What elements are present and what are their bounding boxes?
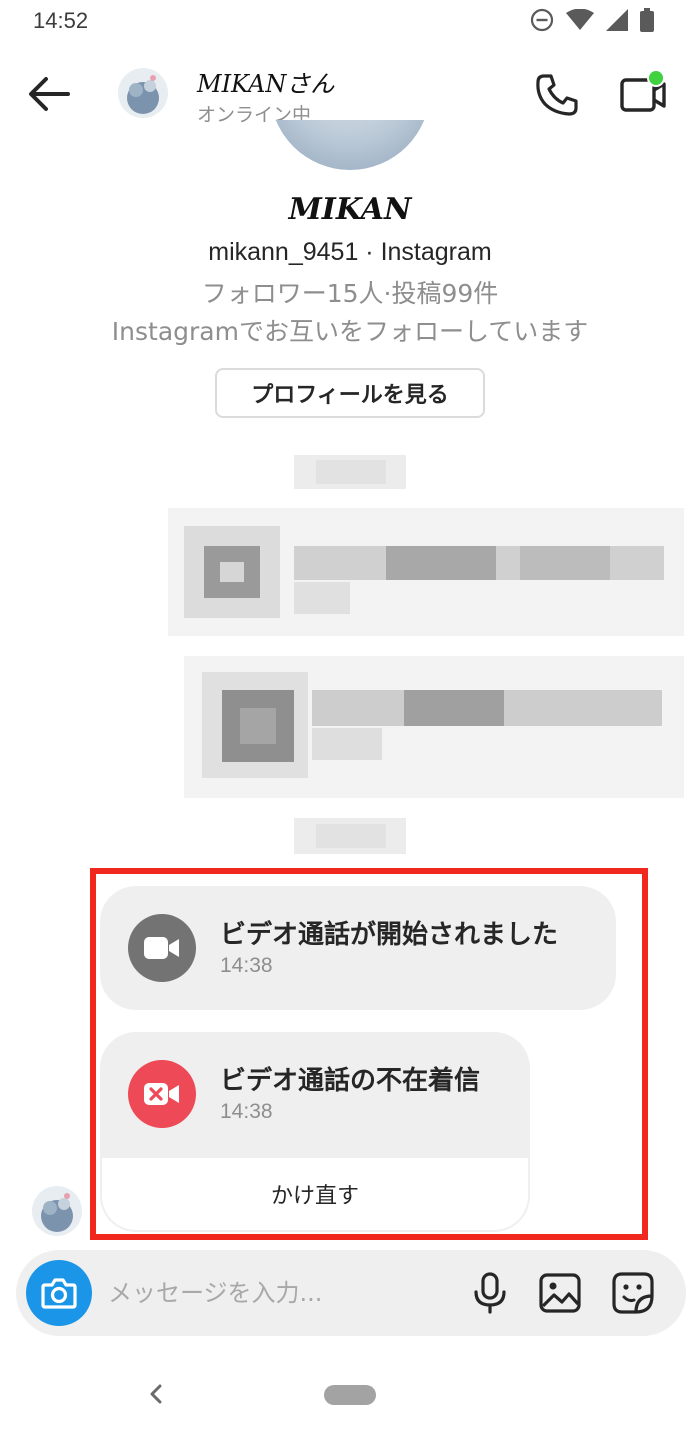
profile-stats: フォロワー15人·投稿99件 [201,279,499,308]
wifi-icon [566,9,594,30]
battery-icon [640,8,654,32]
video-call-button[interactable] [618,68,670,118]
status-time: 14:52 [33,8,89,33]
sender-avatar[interactable] [32,1186,82,1236]
phone-icon [536,74,578,116]
gallery-button[interactable] [538,1272,582,1314]
profile-avatar[interactable] [270,120,430,170]
header-contact-name[interactable]: MIKANさん [197,64,334,99]
nav-back-icon [150,1384,162,1404]
camera-button[interactable] [26,1260,92,1326]
header-avatar[interactable] [118,68,168,118]
profile-name: MIKAN [288,192,412,227]
video-camera-icon [620,69,666,112]
home-pill-icon[interactable] [324,1385,376,1405]
voice-call-button[interactable] [534,72,580,118]
view-profile-button[interactable]: プロフィールを見る [215,368,485,418]
sticker-button[interactable] [610,1270,656,1316]
online-dot [647,69,665,87]
status-bar: 14:52 [0,0,700,44]
status-icons [530,8,654,32]
signal-icon [606,9,628,31]
microphone-icon [474,1272,506,1314]
microphone-button[interactable] [470,1272,510,1314]
message-composer [16,1250,686,1336]
camera-icon [41,1278,77,1309]
back-button[interactable] [24,72,74,116]
annotation-highlight-box [90,868,648,1240]
do-not-disturb-icon [530,8,554,32]
back-arrow-icon [29,77,70,111]
sticker-icon [612,1272,654,1314]
profile-mutual-follow: Instagramでお互いをフォローしています [111,317,589,346]
profile-handle: mikann_9451 · Instagram [208,238,492,266]
nav-back-button[interactable] [143,1380,167,1408]
message-input[interactable] [108,1272,448,1314]
gallery-icon [539,1273,581,1313]
